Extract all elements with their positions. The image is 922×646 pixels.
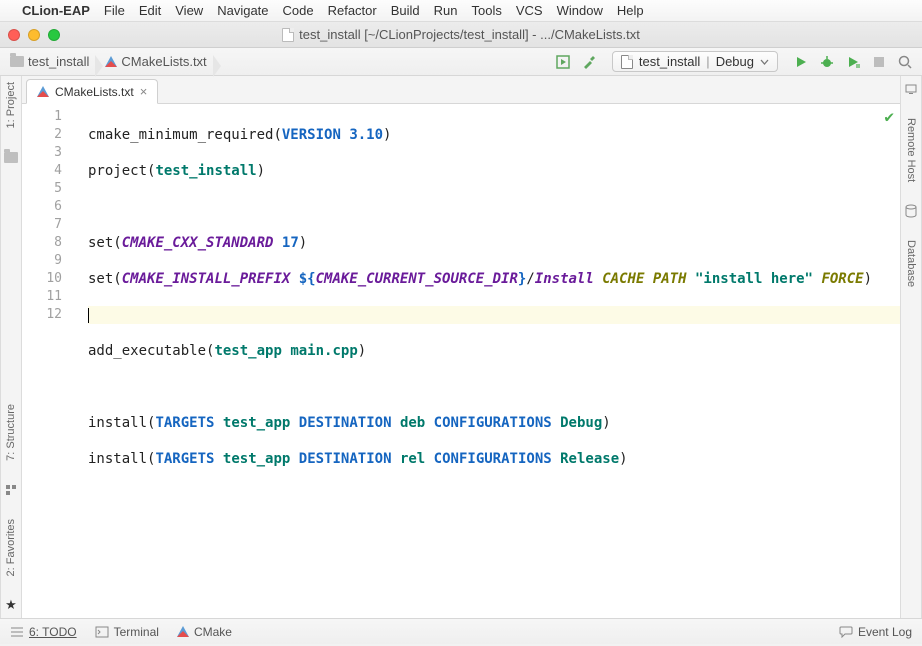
cmake-file-icon [37, 86, 49, 97]
close-window-button[interactable] [8, 29, 20, 41]
code-line: set(CMAKE_CXX_STANDARD 17) [88, 234, 900, 252]
menu-navigate[interactable]: Navigate [217, 3, 268, 18]
workspace: 1: Project 7: Structure 2: Favorites ★ C… [0, 76, 922, 618]
tool-remote-host[interactable]: Remote Host [905, 118, 917, 182]
editor-tab-label: CMakeLists.txt [55, 85, 134, 99]
code-content[interactable]: cmake_minimum_required(VERSION 3.10) pro… [76, 104, 900, 618]
code-line: cmake_minimum_required(VERSION 3.10) [88, 126, 900, 144]
status-terminal[interactable]: Terminal [95, 625, 159, 639]
terminal-icon [95, 626, 109, 638]
menu-file[interactable]: File [104, 3, 125, 18]
line-gutter: 1 2 3 4 5 6 7 8 9 10 11 12 [22, 104, 76, 618]
code-line: install(TARGETS test_app DESTINATION rel… [88, 450, 900, 468]
star-icon: ★ [4, 598, 18, 612]
folder-icon [4, 150, 18, 164]
cmake-icon [177, 626, 189, 637]
traffic-lights [8, 29, 60, 41]
breadcrumb-project-label: test_install [28, 54, 89, 69]
debug-icon[interactable] [816, 51, 838, 73]
run-config-name: test_install [639, 54, 700, 69]
run-configuration-selector[interactable]: test_install | Debug [612, 51, 778, 72]
remote-host-icon [904, 82, 918, 96]
tool-favorites[interactable]: 2: Favorites [5, 519, 17, 576]
navigation-bar: test_install CMakeLists.txt test_install… [0, 48, 922, 76]
code-line: add_executable(test_app main.cpp) [88, 342, 900, 360]
window-titlebar: test_install [~/CLionProjects/test_insta… [0, 22, 922, 48]
run-config-separator: | [706, 54, 709, 69]
config-target-icon [621, 55, 633, 69]
minimize-window-button[interactable] [28, 29, 40, 41]
hammer-icon[interactable] [578, 51, 600, 73]
menu-window[interactable]: Window [557, 3, 603, 18]
window-title: test_install [~/CLionProjects/test_insta… [299, 27, 640, 42]
menu-vcs[interactable]: VCS [516, 3, 543, 18]
menu-help[interactable]: Help [617, 3, 644, 18]
code-line [88, 522, 900, 540]
menu-code[interactable]: Code [283, 3, 314, 18]
cmake-file-icon [105, 56, 117, 67]
folder-icon [10, 56, 24, 67]
status-todo[interactable]: 6: TODO [10, 625, 77, 639]
code-editor[interactable]: ✔ 1 2 3 4 5 6 7 8 9 10 11 12 cmake_minim… [22, 104, 900, 618]
right-tool-rail: Remote Host Database [900, 76, 922, 618]
zoom-window-button[interactable] [48, 29, 60, 41]
code-line [88, 486, 900, 504]
status-event-log[interactable]: Event Log [839, 625, 912, 639]
macos-menubar: CLion-EAP File Edit View Navigate Code R… [0, 0, 922, 22]
menu-refactor[interactable]: Refactor [328, 3, 377, 18]
left-tool-rail: 1: Project 7: Structure 2: Favorites ★ [0, 76, 22, 618]
code-line: project(test_install) [88, 162, 900, 180]
editor-tab[interactable]: CMakeLists.txt × [26, 79, 158, 104]
analysis-ok-icon: ✔ [884, 108, 894, 126]
stop-icon[interactable] [868, 51, 890, 73]
code-line: install(TARGETS test_app DESTINATION deb… [88, 414, 900, 432]
run-icon[interactable] [790, 51, 812, 73]
chevron-down-icon [760, 59, 769, 65]
breadcrumb-file[interactable]: CMakeLists.txt [101, 52, 214, 71]
code-line: set(CMAKE_INSTALL_PREFIX ${CMAKE_CURRENT… [88, 270, 900, 288]
editor-tab-bar: CMakeLists.txt × [22, 76, 900, 104]
speech-bubble-icon [839, 626, 853, 638]
tool-database[interactable]: Database [905, 240, 917, 287]
editor-area: CMakeLists.txt × ✔ 1 2 3 4 5 6 7 8 9 10 … [22, 76, 900, 618]
build-icon[interactable] [552, 51, 574, 73]
menu-build[interactable]: Build [391, 3, 420, 18]
breadcrumb-project[interactable]: test_install [6, 52, 97, 71]
text-cursor [88, 308, 89, 323]
app-name[interactable]: CLion-EAP [22, 3, 90, 18]
tool-project[interactable]: 1: Project [5, 82, 17, 128]
menu-view[interactable]: View [175, 3, 203, 18]
run-config-mode: Debug [716, 54, 754, 69]
list-icon [10, 626, 24, 638]
database-icon [904, 204, 918, 218]
menu-run[interactable]: Run [434, 3, 458, 18]
menu-edit[interactable]: Edit [139, 3, 161, 18]
code-line [88, 378, 900, 396]
search-icon[interactable] [894, 51, 916, 73]
run-with-coverage-icon[interactable] [842, 51, 864, 73]
code-line [88, 198, 900, 216]
tool-structure[interactable]: 7: Structure [5, 404, 17, 461]
structure-icon [4, 483, 18, 497]
breadcrumb-file-label: CMakeLists.txt [121, 54, 206, 69]
status-cmake[interactable]: CMake [177, 625, 232, 639]
code-line-current [88, 306, 900, 324]
status-bar: 6: TODO Terminal CMake Event Log [0, 618, 922, 644]
menu-tools[interactable]: Tools [472, 3, 502, 18]
document-icon [282, 28, 294, 42]
close-tab-icon[interactable]: × [140, 84, 148, 99]
